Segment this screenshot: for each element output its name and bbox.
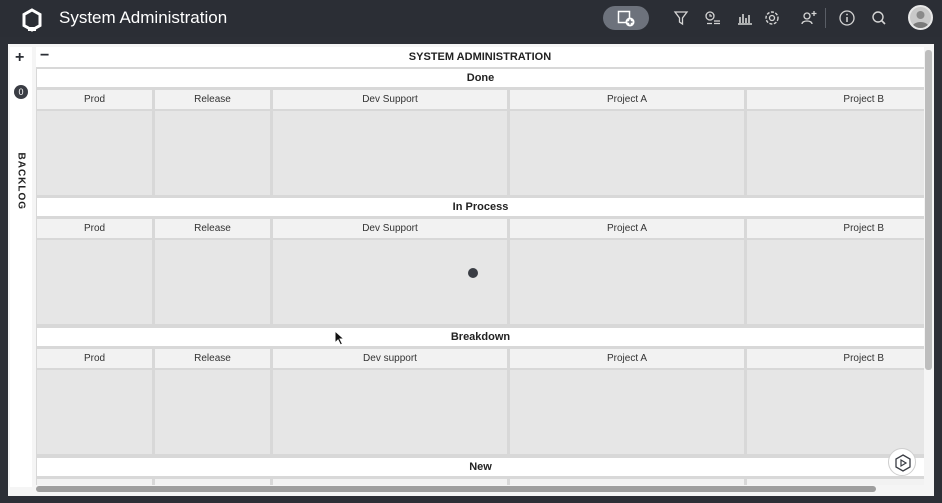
board-cell[interactable] bbox=[510, 240, 744, 324]
column-header[interactable]: Dev Support bbox=[273, 90, 507, 109]
lane-header-breakdown[interactable]: Breakdown bbox=[37, 328, 924, 346]
board-cell[interactable] bbox=[747, 111, 924, 195]
board-cell[interactable] bbox=[155, 111, 270, 195]
lane-header-new[interactable]: New bbox=[37, 458, 924, 476]
mouse-cursor-icon bbox=[334, 330, 346, 346]
board-cell[interactable] bbox=[37, 240, 152, 324]
column-header-partial[interactable] bbox=[747, 479, 924, 485]
board-cell[interactable] bbox=[747, 240, 924, 324]
play-icon bbox=[895, 454, 911, 472]
column-header[interactable]: Dev Support bbox=[273, 219, 507, 238]
column-header[interactable]: Release bbox=[155, 90, 270, 109]
column-header[interactable]: Release bbox=[155, 349, 270, 368]
column-header-partial[interactable] bbox=[37, 479, 152, 485]
horizontal-scrollbar[interactable] bbox=[36, 486, 876, 492]
column-header[interactable]: Prod bbox=[37, 219, 152, 238]
board-cell[interactable] bbox=[273, 370, 507, 454]
lane-header-done[interactable]: Done bbox=[37, 69, 924, 87]
column-header[interactable]: Project A bbox=[510, 90, 744, 109]
backlog-label[interactable]: BACKLOG bbox=[16, 153, 27, 211]
filter-icon[interactable] bbox=[671, 8, 691, 28]
card-legend-icon[interactable] bbox=[703, 8, 723, 28]
board-title: SYSTEM ADMINISTRATION bbox=[408, 51, 552, 63]
lane-header-in-process[interactable]: In Process bbox=[37, 198, 924, 216]
backlog-count-badge: 0 bbox=[14, 85, 28, 99]
gear-icon[interactable] bbox=[762, 8, 782, 28]
add-user-icon[interactable] bbox=[799, 8, 819, 28]
board-cell[interactable] bbox=[747, 370, 924, 454]
column-header[interactable]: Project B bbox=[747, 349, 924, 368]
column-header[interactable]: Project B bbox=[747, 219, 924, 238]
vertical-scrollbar[interactable] bbox=[925, 50, 932, 370]
info-icon[interactable] bbox=[837, 8, 857, 28]
expand-backlog-button[interactable]: + bbox=[15, 50, 24, 66]
board-header: − SYSTEM ADMINISTRATION bbox=[36, 47, 924, 67]
top-bar: System Administration bbox=[0, 0, 942, 37]
chart-icon[interactable] bbox=[735, 8, 755, 28]
column-header-partial[interactable] bbox=[510, 479, 744, 485]
column-header[interactable]: Project A bbox=[510, 219, 744, 238]
column-header[interactable]: Dev support bbox=[273, 349, 507, 368]
user-avatar[interactable] bbox=[908, 5, 933, 30]
column-header[interactable]: Project B bbox=[747, 90, 924, 109]
column-header-partial[interactable] bbox=[273, 479, 507, 485]
column-header[interactable]: Release bbox=[155, 219, 270, 238]
toolbar-divider bbox=[825, 8, 826, 28]
walkthrough-button[interactable] bbox=[888, 448, 916, 476]
board-cell[interactable] bbox=[510, 111, 744, 195]
board-cell[interactable] bbox=[273, 111, 507, 195]
column-header[interactable]: Prod bbox=[37, 90, 152, 109]
app-logo-icon[interactable] bbox=[19, 7, 45, 33]
app-title: System Administration bbox=[59, 8, 228, 27]
add-view-button[interactable] bbox=[603, 6, 649, 30]
board-cell[interactable] bbox=[155, 240, 270, 324]
board-cell[interactable] bbox=[510, 370, 744, 454]
board-cell[interactable] bbox=[37, 111, 152, 195]
column-header-partial[interactable] bbox=[155, 479, 270, 485]
column-header[interactable]: Project A bbox=[510, 349, 744, 368]
kanban-board: − SYSTEM ADMINISTRATION Done Prod Releas… bbox=[36, 47, 924, 485]
board-cell[interactable] bbox=[155, 370, 270, 454]
board-cell[interactable] bbox=[273, 240, 507, 324]
add-view-icon bbox=[617, 10, 635, 27]
search-icon[interactable] bbox=[869, 8, 889, 28]
board-cell[interactable] bbox=[37, 370, 152, 454]
column-header[interactable]: Prod bbox=[37, 349, 152, 368]
backlog-panel[interactable]: + 0 BACKLOG bbox=[10, 47, 32, 487]
drag-indicator-dot bbox=[468, 268, 478, 278]
